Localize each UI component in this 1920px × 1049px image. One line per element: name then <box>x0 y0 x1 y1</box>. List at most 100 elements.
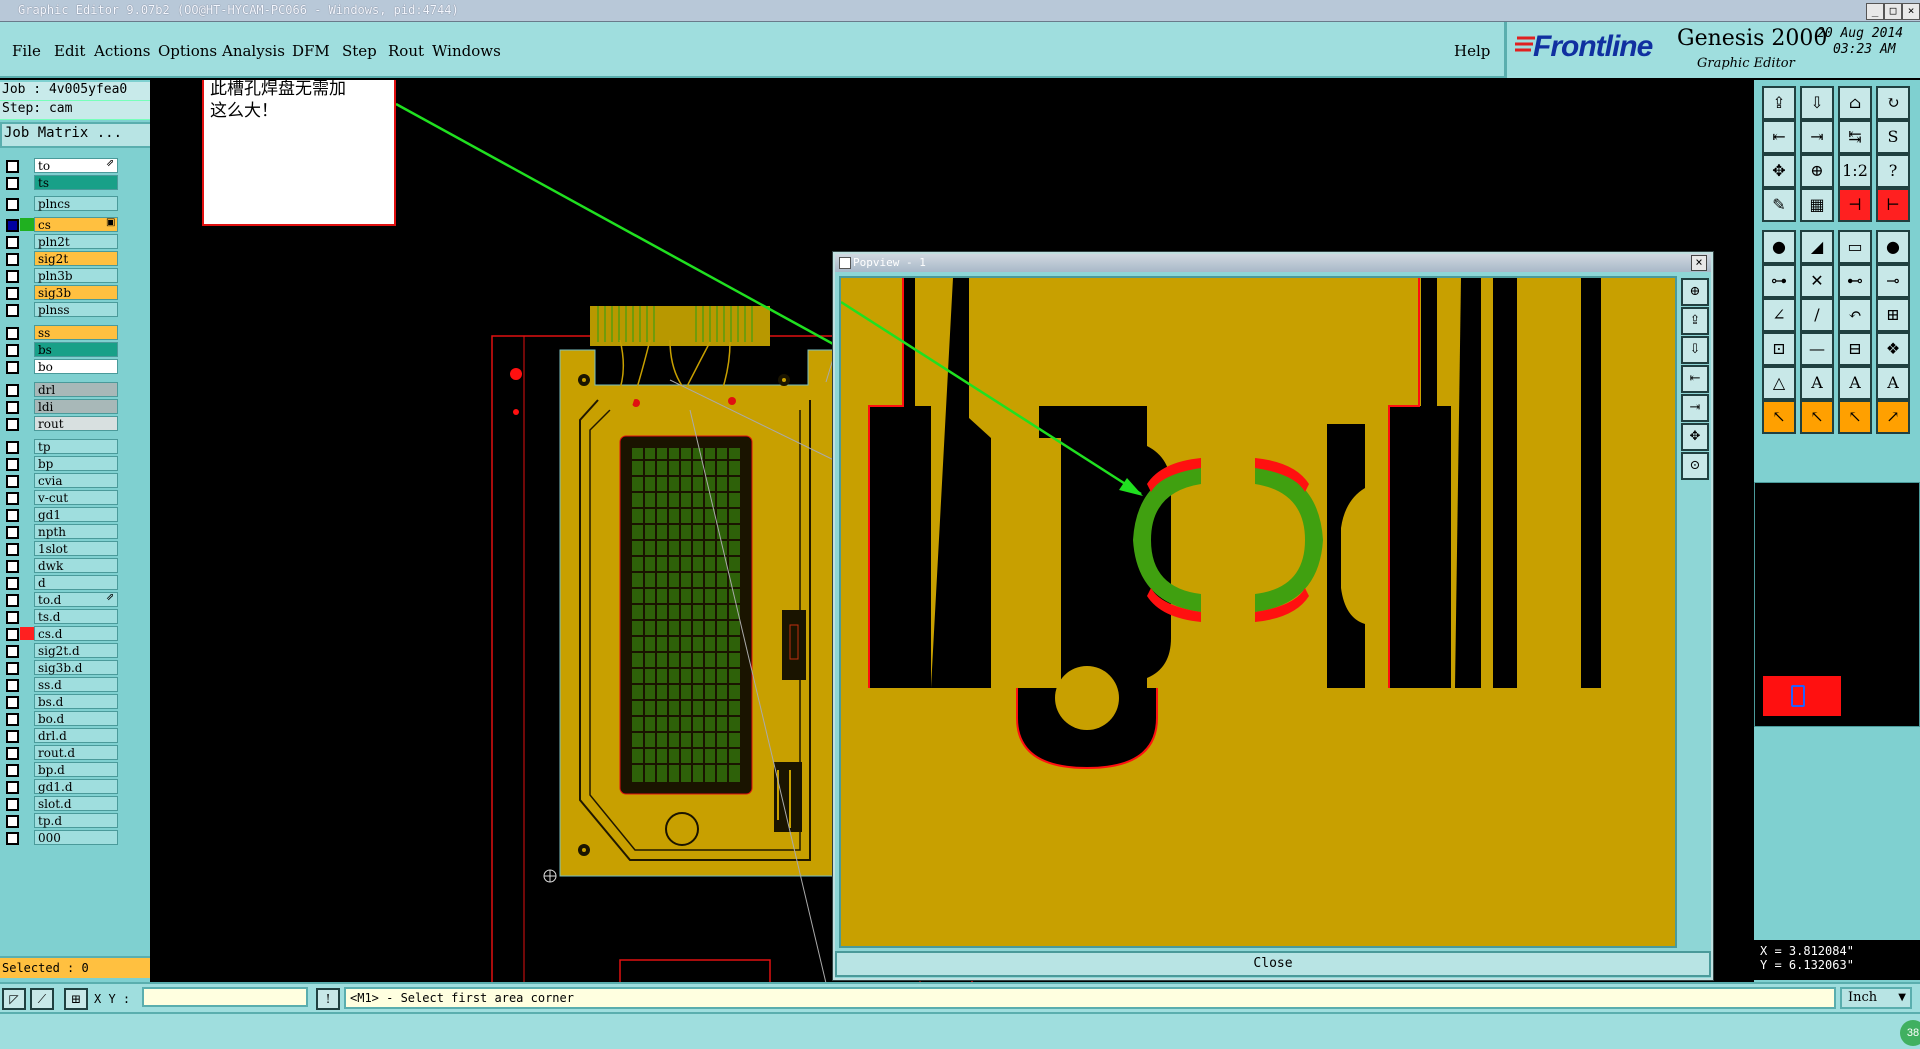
pv-pan-right-icon[interactable]: ⇥ <box>1681 394 1709 422</box>
snap-red2-icon[interactable]: ⊢ <box>1876 188 1910 222</box>
layer-checkbox[interactable] <box>6 560 19 573</box>
layer-row-sig3b[interactable]: sig3b <box>0 285 122 300</box>
layer-row-plncs[interactable]: plncs <box>0 196 122 211</box>
minimize-button[interactable]: _ <box>1866 3 1884 20</box>
layer-checkbox[interactable] <box>6 526 19 539</box>
layer-checkbox[interactable] <box>6 679 19 692</box>
arc-icon[interactable]: ↶ <box>1838 298 1872 332</box>
layer-checkbox[interactable] <box>6 492 19 505</box>
layer-row-sig3b-d[interactable]: sig3b.d <box>0 660 122 675</box>
popview-canvas[interactable] <box>839 276 1677 948</box>
pan-left-icon[interactable]: ⇤ <box>1762 120 1796 154</box>
layer-checkbox[interactable] <box>6 344 19 357</box>
pointer-icon[interactable]: ↖ <box>1762 400 1796 434</box>
connect-icon[interactable]: ⊶ <box>1762 264 1796 298</box>
pv-layer-up-icon[interactable]: ⇪ <box>1681 307 1709 335</box>
pv-zoom-in-icon[interactable]: ⊕ <box>1681 278 1709 306</box>
layer-row-npth[interactable]: npth <box>0 524 122 539</box>
pointer-3-icon[interactable]: ↖ <box>1838 400 1872 434</box>
overview-map[interactable] <box>1754 482 1920 727</box>
layer-checkbox[interactable] <box>6 441 19 454</box>
segment-icon[interactable]: — <box>1800 332 1834 366</box>
text-a3-icon[interactable]: A <box>1876 366 1910 400</box>
layer-checkbox[interactable] <box>6 577 19 590</box>
fit-screen-icon[interactable]: ✥ <box>1762 154 1796 188</box>
layer-checkbox[interactable] <box>6 198 19 211</box>
move-node-icon[interactable]: ⊷ <box>1838 264 1872 298</box>
menu-edit[interactable]: Edit <box>54 42 85 60</box>
zoom-center-icon[interactable]: ⊕ <box>1800 154 1834 188</box>
layer-checkbox[interactable] <box>6 747 19 760</box>
home-icon[interactable]: ⌂ <box>1838 86 1872 120</box>
layer-up-icon[interactable]: ⇪ <box>1762 86 1796 120</box>
pointer-2-icon[interactable]: ↖ <box>1800 400 1834 434</box>
menu-dfm[interactable]: DFM <box>292 42 330 60</box>
group-icon[interactable]: ❖ <box>1876 332 1910 366</box>
layer-row-ts-d[interactable]: ts.d <box>0 609 122 624</box>
layer-row-bo[interactable]: bo <box>0 359 122 374</box>
grid-toggle-icon[interactable]: ▦ <box>1800 188 1834 222</box>
maximize-button[interactable]: □ <box>1884 3 1902 20</box>
layer-row-sig2t-d[interactable]: sig2t.d <box>0 643 122 658</box>
slash-icon[interactable]: / <box>1800 298 1834 332</box>
layer-row-rout[interactable]: rout <box>0 416 122 431</box>
layer-row-drl[interactable]: drl <box>0 382 122 397</box>
layer-checkbox[interactable] <box>6 815 19 828</box>
layer-row-slot-d[interactable]: slot.d <box>0 796 122 811</box>
layer-row-cs-d[interactable]: cs.d <box>0 626 122 641</box>
job-matrix-button[interactable]: Job Matrix ... <box>0 122 154 148</box>
menu-help[interactable]: Help <box>1454 42 1490 60</box>
measure-icon[interactable]: ⟋ <box>30 988 54 1010</box>
link-icon[interactable]: ⊸ <box>1876 264 1910 298</box>
layer-row-pln3b[interactable]: pln3b <box>0 268 122 283</box>
menu-step[interactable]: Step <box>342 42 377 60</box>
layer-row-cvia[interactable]: cvia <box>0 473 122 488</box>
pv-fit-icon[interactable]: ✥ <box>1681 423 1709 451</box>
layer-row-bp[interactable]: bp <box>0 456 122 471</box>
ruler-icon[interactable]: ▭ <box>1838 230 1872 264</box>
layer-row-gd1-d[interactable]: gd1.d <box>0 779 122 794</box>
layer-row-1slot[interactable]: 1slot <box>0 541 122 556</box>
layer-checkbox[interactable] <box>6 662 19 675</box>
layer-down-icon[interactable]: ⇩ <box>1800 86 1834 120</box>
layer-row-pln2t[interactable]: pln2t <box>0 234 122 249</box>
layer-row-ss[interactable]: ss <box>0 325 122 340</box>
popview-close-x-button[interactable]: × <box>1691 255 1707 271</box>
layer-checkbox[interactable] <box>6 253 19 266</box>
notification-badge[interactable]: 38 <box>1900 1020 1920 1046</box>
menu-actions[interactable]: Actions <box>94 42 150 60</box>
menu-analysis[interactable]: Analysis <box>222 42 285 60</box>
layer-row-000[interactable]: 000 <box>0 830 122 845</box>
help-icon[interactable]: ? <box>1876 154 1910 188</box>
menu-file[interactable]: File <box>12 42 41 60</box>
layer-checkbox[interactable] <box>6 384 19 397</box>
layer-row-drl-d[interactable]: drl.d <box>0 728 122 743</box>
layer-row-rout-d[interactable]: rout.d <box>0 745 122 760</box>
layer-checkbox[interactable] <box>6 798 19 811</box>
scale-1-2-icon[interactable]: 1:2 <box>1838 154 1872 188</box>
popview-close-button[interactable]: Close <box>835 951 1711 977</box>
layer-checkbox[interactable] <box>6 270 19 283</box>
text-a2-icon[interactable]: A <box>1838 366 1872 400</box>
layer-row-gd1[interactable]: gd1 <box>0 507 122 522</box>
layer-row-plnss[interactable]: plnss <box>0 302 122 317</box>
layer-row-tp[interactable]: tp <box>0 439 122 454</box>
layer-checkbox[interactable] <box>6 458 19 471</box>
step-icon[interactable]: ⊞ <box>1876 298 1910 332</box>
layer-checkbox[interactable] <box>6 832 19 845</box>
grid-icon[interactable]: ⊞ <box>64 988 88 1010</box>
layer-row-ts[interactable]: ts <box>0 175 122 190</box>
layer-checkbox[interactable] <box>6 696 19 709</box>
layer-checkbox[interactable] <box>6 361 19 374</box>
layer-checkbox[interactable] <box>6 611 19 624</box>
layer-row-bo-d[interactable]: bo.d <box>0 711 122 726</box>
layer-checkbox[interactable] <box>6 219 19 232</box>
menu-options[interactable]: Options <box>158 42 217 60</box>
menu-windows[interactable]: Windows <box>432 42 501 60</box>
layer-checkbox[interactable] <box>6 287 19 300</box>
layer-checkbox[interactable] <box>6 236 19 249</box>
layer-checkbox[interactable] <box>6 401 19 414</box>
snap-red-icon[interactable]: ⊣ <box>1838 188 1872 222</box>
close-window-button[interactable]: × <box>1902 3 1920 20</box>
snap-icon[interactable]: ◸ <box>2 988 26 1010</box>
